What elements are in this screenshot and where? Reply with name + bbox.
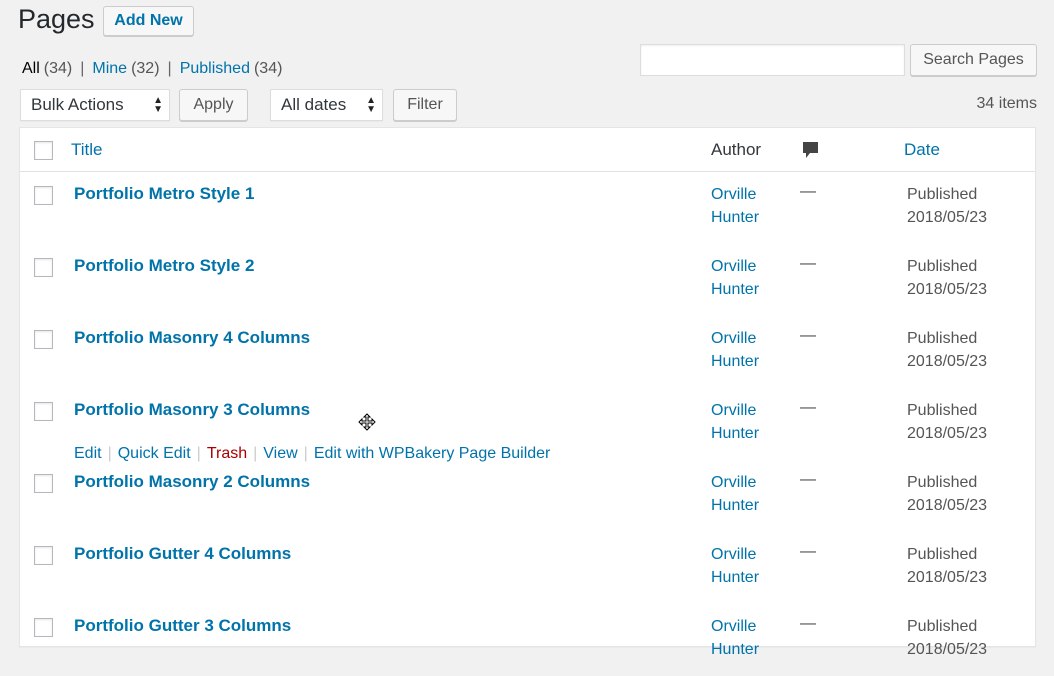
author-first: Orville xyxy=(711,402,757,419)
post-date: 2018/05/23 xyxy=(907,353,988,370)
comment-count: — xyxy=(800,327,816,344)
row-checkbox[interactable] xyxy=(34,474,53,493)
table-row: Portfolio Metro Style 1 Orville Hunter —… xyxy=(20,172,1035,244)
page-title: Pages xyxy=(18,4,95,34)
author-first: Orville xyxy=(711,186,757,203)
comment-count: — xyxy=(800,399,816,416)
row-checkbox[interactable] xyxy=(34,618,53,637)
row-checkbox[interactable] xyxy=(34,546,53,565)
author-last: Hunter xyxy=(711,281,760,298)
view-mine-link[interactable]: Mine xyxy=(92,60,127,78)
search-input[interactable] xyxy=(640,44,905,76)
date-cell: Published 2018/05/23 xyxy=(907,183,987,229)
comment-count: — xyxy=(800,543,816,560)
author-link[interactable]: Orville Hunter xyxy=(711,183,791,229)
bulk-actions-value: Bulk Actions xyxy=(31,95,124,114)
post-status: Published xyxy=(907,186,978,203)
post-status: Published xyxy=(907,546,978,563)
post-status: Published xyxy=(907,258,978,275)
page-title-link[interactable]: Portfolio Masonry 3 Columns xyxy=(74,400,310,420)
author-first: Orville xyxy=(711,618,757,635)
page-title-link[interactable]: Portfolio Masonry 2 Columns xyxy=(74,472,310,492)
view-all-count: (34) xyxy=(43,60,73,77)
page-title-link[interactable]: Portfolio Gutter 3 Columns xyxy=(74,616,291,636)
date-filter-value: All dates xyxy=(281,95,347,114)
view-separator: | xyxy=(80,60,85,77)
column-title-sort[interactable]: Title xyxy=(71,140,103,160)
view-all-link[interactable]: All xyxy=(22,60,40,78)
author-last: Hunter xyxy=(711,425,760,442)
author-last: Hunter xyxy=(711,353,760,370)
table-row: Portfolio Masonry 4 Columns Orville Hunt… xyxy=(20,316,1035,388)
author-link[interactable]: Orville Hunter xyxy=(711,399,791,445)
comment-count: — xyxy=(800,615,816,632)
post-status: Published xyxy=(907,402,978,419)
post-date: 2018/05/23 xyxy=(907,497,988,514)
search-pages-button[interactable]: Search Pages xyxy=(910,44,1037,76)
column-date-sort[interactable]: Date xyxy=(904,140,940,160)
author-link[interactable]: Orville Hunter xyxy=(711,471,791,517)
select-arrows-icon: ▲ ▼ xyxy=(366,95,376,115)
comment-bubble-icon[interactable] xyxy=(802,141,819,164)
comment-count: — xyxy=(800,471,816,488)
add-new-button[interactable]: Add New xyxy=(103,6,194,36)
apply-button[interactable]: Apply xyxy=(179,89,248,121)
post-date: 2018/05/23 xyxy=(907,209,988,226)
date-cell: Published 2018/05/23 xyxy=(907,255,987,301)
date-cell: Published 2018/05/23 xyxy=(907,543,987,589)
post-date: 2018/05/23 xyxy=(907,281,988,298)
post-date: 2018/05/23 xyxy=(907,569,988,586)
table-header: Title Author Date xyxy=(20,128,1035,172)
row-checkbox[interactable] xyxy=(34,330,53,349)
author-first: Orville xyxy=(711,258,757,275)
pages-table: Title Author Date Portfolio Metro Style … xyxy=(19,127,1036,658)
page-title-link[interactable]: Portfolio Masonry 4 Columns xyxy=(74,328,310,348)
column-author: Author xyxy=(711,140,762,159)
author-first: Orville xyxy=(711,330,757,347)
move-cursor-icon xyxy=(358,413,376,436)
select-all-checkbox[interactable] xyxy=(34,141,53,160)
table-row: Portfolio Gutter 4 Columns Orville Hunte… xyxy=(20,532,1035,604)
view-mine-count: (32) xyxy=(131,60,160,77)
select-arrows-icon: ▲ ▼ xyxy=(153,95,163,115)
bulk-actions-select[interactable]: Bulk Actions ▲ ▼ xyxy=(20,89,170,121)
page-title-link[interactable]: Portfolio Gutter 4 Columns xyxy=(74,544,291,564)
row-checkbox[interactable] xyxy=(34,258,53,277)
post-status: Published xyxy=(907,330,978,347)
page-title-link[interactable]: Portfolio Metro Style 2 xyxy=(74,256,254,276)
date-cell: Published 2018/05/23 xyxy=(907,471,987,517)
table-row: Portfolio Gutter 3 Columns Orville Hunte… xyxy=(20,604,1035,676)
post-status: Published xyxy=(907,618,978,635)
author-last: Hunter xyxy=(711,209,760,226)
page-title-link[interactable]: Portfolio Metro Style 1 xyxy=(74,184,254,204)
author-first: Orville xyxy=(711,474,757,491)
table-row: Portfolio Masonry 3 Columns Edit | Quick… xyxy=(20,388,1035,462)
comment-count: — xyxy=(800,255,816,272)
view-published-link[interactable]: Published xyxy=(180,60,250,78)
author-last: Hunter xyxy=(711,641,760,658)
row-checkbox[interactable] xyxy=(34,402,53,421)
table-row: Portfolio Masonry 2 Columns Orville Hunt… xyxy=(20,460,1035,532)
post-date: 2018/05/23 xyxy=(907,425,988,442)
view-published-count: (34) xyxy=(253,60,283,77)
comment-count: — xyxy=(800,183,816,200)
author-link[interactable]: Orville Hunter xyxy=(711,255,791,301)
post-date: 2018/05/23 xyxy=(907,641,988,658)
view-separator: | xyxy=(167,60,172,77)
row-checkbox[interactable] xyxy=(34,186,53,205)
view-filters: All (34) | Mine (32) | Published (34) xyxy=(22,60,282,78)
author-last: Hunter xyxy=(711,497,760,514)
items-count: 34 items xyxy=(976,95,1037,112)
post-status: Published xyxy=(907,474,978,491)
author-link[interactable]: Orville Hunter xyxy=(711,327,791,373)
author-link[interactable]: Orville Hunter xyxy=(711,543,791,589)
author-first: Orville xyxy=(711,546,757,563)
date-cell: Published 2018/05/23 xyxy=(907,399,987,445)
filter-button[interactable]: Filter xyxy=(393,89,457,121)
table-row: Portfolio Metro Style 2 Orville Hunter —… xyxy=(20,244,1035,316)
date-filter-select[interactable]: All dates ▲ ▼ xyxy=(270,89,383,121)
author-last: Hunter xyxy=(711,569,760,586)
date-cell: Published 2018/05/23 xyxy=(907,327,987,373)
